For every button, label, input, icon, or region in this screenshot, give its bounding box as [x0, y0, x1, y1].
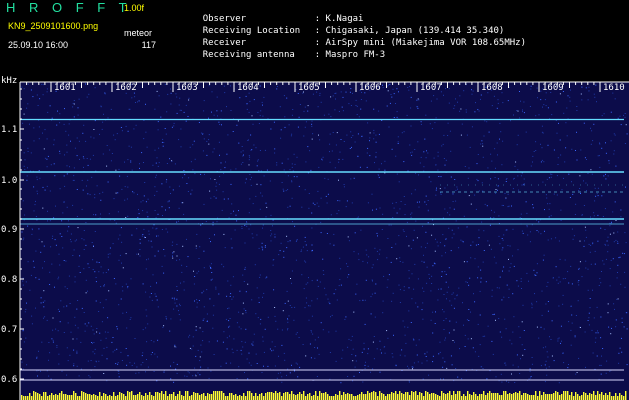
- y-tick-label: 0.9: [1, 225, 17, 235]
- meteor-count: 117: [141, 40, 156, 50]
- y-tick-label: 0.6: [1, 375, 17, 385]
- x-tick-label: 1610: [603, 83, 625, 93]
- meteor-label: meteor: [124, 28, 153, 38]
- spectrogram-plot: kHz 1.1 1.0 0.9 0.8 0.7 0.6 1601 1602 1603 1604 1…: [0, 72, 629, 400]
- info-value: : Maspro FM-3: [314, 50, 386, 60]
- spectrogram-background: [20, 82, 629, 400]
- header-panel: H R O F F T 1.00f KN9_2509101600.png met…: [0, 0, 629, 72]
- y-tick-label: 0.8: [1, 275, 17, 285]
- file-name: KN9_2509101600.png: [8, 21, 99, 31]
- y-tick-label: 1.1: [1, 125, 17, 135]
- y-tick-label: 0.7: [1, 325, 17, 335]
- spectrogram-svg: kHz 1.11.00.90.80.70.6 1601 1602 1603 1604 1…: [1, 76, 629, 400]
- y-unit-label: kHz: [1, 76, 17, 86]
- y-tick-label: 1.0: [1, 176, 17, 186]
- app-title: H R O F F T: [6, 0, 132, 15]
- datetime: 25.09.10 16:00: [8, 40, 69, 50]
- info-label: Receiving antenna: [202, 50, 295, 60]
- info-row-antenna: Receiving antenna : Maspro FM-3: [181, 39, 385, 72]
- version-label: 1.00f: [124, 3, 145, 13]
